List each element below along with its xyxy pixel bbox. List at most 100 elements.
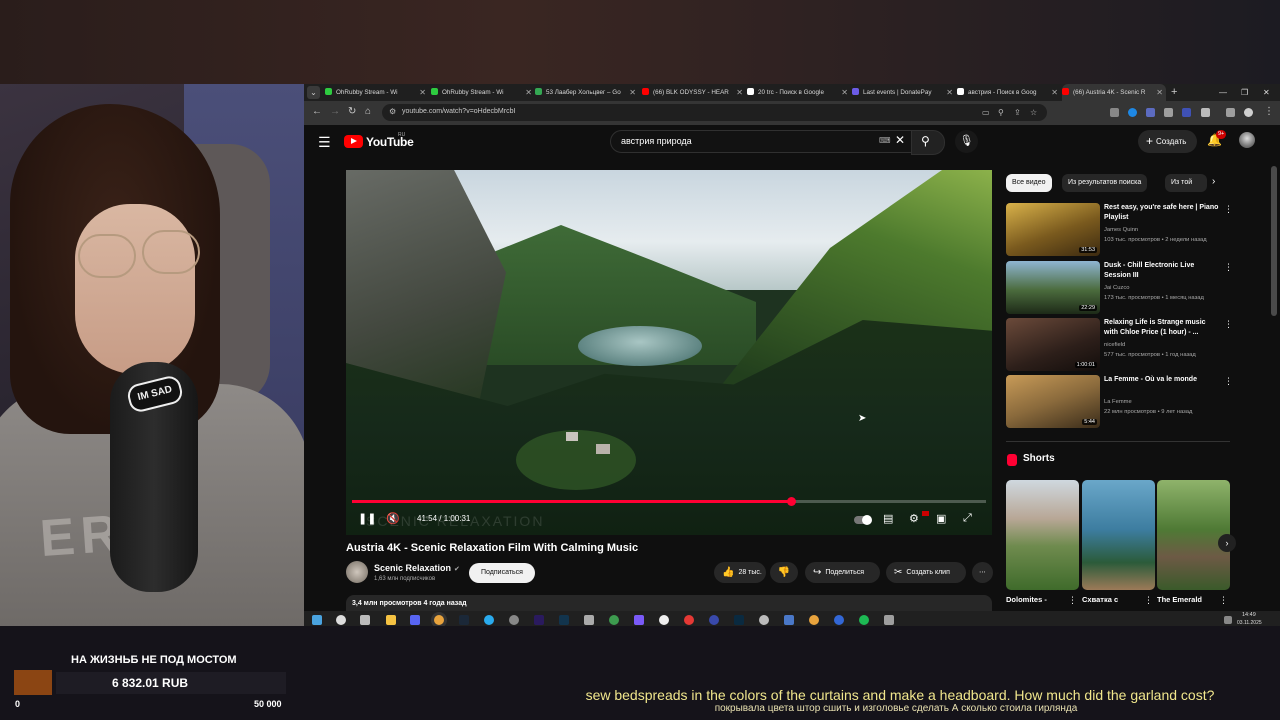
yandex-icon[interactable]: [684, 615, 694, 625]
app-grid-icon[interactable]: [884, 615, 894, 625]
progress-bar[interactable]: [352, 497, 986, 506]
site-info-icon[interactable]: ⚙: [389, 107, 396, 116]
app-icon[interactable]: [584, 615, 594, 625]
mute-icon[interactable]: 🔇: [386, 512, 400, 525]
browser-tab[interactable]: (66) Austria 4K - Scenic R ✕: [1062, 84, 1166, 101]
recommended-video[interactable]: 5:44 La Femme - Où va le monde La Femme 22 …: [1006, 375, 1236, 429]
recommended-channel[interactable]: La Femme: [1104, 399, 1132, 405]
video-player[interactable]: SCENIC RELAXATION ➤ ❚❚ 🔇 41:54 / 1:00:31…: [346, 170, 992, 535]
bookmark-star-icon[interactable]: ☆: [1030, 108, 1037, 117]
premiere-icon[interactable]: [534, 615, 544, 625]
stats-icon[interactable]: [784, 615, 794, 625]
more-options-icon[interactable]: ⋮: [1224, 319, 1233, 330]
forward-icon[interactable]: →: [330, 106, 340, 117]
task-view-icon[interactable]: [360, 615, 370, 625]
browser-menu-icon[interactable]: ⋮: [1264, 106, 1274, 117]
short-thumbnail[interactable]: [1006, 480, 1079, 590]
miniplayer-icon[interactable]: ▣: [936, 512, 946, 525]
keyboard-icon[interactable]: ⌨: [879, 136, 891, 145]
extensions-puzzle-icon[interactable]: [1201, 108, 1210, 117]
browser-tab[interactable]: (66) BLK ODYSSY - HEAR ✕: [642, 84, 746, 101]
restore-icon[interactable]: ❐: [1241, 84, 1248, 101]
browser-tab[interactable]: 20 trc - Поиск в Google ✕: [747, 84, 851, 101]
settings-gear-icon[interactable]: ⚙: [909, 512, 919, 525]
extension-translate-icon[interactable]: [1146, 108, 1155, 117]
more-options-icon[interactable]: ⋮: [1224, 376, 1233, 387]
taskbar-search-icon[interactable]: [336, 615, 346, 625]
app-purple-icon[interactable]: [634, 615, 644, 625]
extension-grey-icon[interactable]: [1164, 108, 1173, 117]
app-arrow-icon[interactable]: [834, 615, 844, 625]
close-window-icon[interactable]: ✕: [1263, 84, 1270, 101]
tab-close-icon[interactable]: ✕: [946, 84, 953, 101]
recommended-title[interactable]: Rest easy, you're safe here | Piano Play…: [1104, 203, 1220, 223]
tab-close-icon[interactable]: ✕: [1051, 84, 1058, 101]
recommended-video[interactable]: 31:53 Rest easy, you're safe here | Piano…: [1006, 203, 1236, 257]
recommended-title[interactable]: Relaxing Life is Strange music with Chlo…: [1104, 318, 1220, 338]
tray-icon[interactable]: [1224, 616, 1232, 624]
obs-icon[interactable]: [509, 615, 519, 625]
share-button[interactable]: ↪ Поделиться: [805, 562, 880, 583]
progress-scrubber[interactable]: [786, 497, 796, 506]
tab-close-icon[interactable]: ✕: [629, 84, 636, 101]
short-more-icon[interactable]: ⋮: [1219, 595, 1228, 606]
extension-blue-icon[interactable]: [1128, 108, 1137, 117]
chrome-2-icon[interactable]: [809, 615, 819, 625]
share-page-icon[interactable]: ⇪: [1014, 108, 1021, 117]
reload-icon[interactable]: ↻: [348, 106, 356, 117]
lightroom-icon[interactable]: [559, 615, 569, 625]
reading-list-icon[interactable]: [1226, 108, 1235, 117]
video-thumbnail[interactable]: 31:53: [1006, 203, 1100, 256]
short-title[interactable]: The Emerald: [1157, 595, 1202, 604]
steam-icon[interactable]: [459, 615, 469, 625]
youtube-logo-icon[interactable]: [344, 135, 363, 148]
menu-icon[interactable]: ☰: [318, 134, 331, 151]
browser-tab[interactable]: OhRubby Stream - Wi ✕: [325, 84, 429, 101]
tab-close-icon[interactable]: ✕: [1156, 84, 1163, 101]
account-avatar[interactable]: [1239, 132, 1255, 148]
recommended-video[interactable]: 1:00:01 Relaxing Life is Strange music wi…: [1006, 318, 1236, 372]
dislike-button[interactable]: 👎: [770, 562, 798, 583]
recommended-video[interactable]: 22:29 Dusk - Chill Electronic Live Sessio…: [1006, 261, 1236, 315]
spotify-icon[interactable]: [859, 615, 869, 625]
clip-button[interactable]: ✂ Создать клип: [886, 562, 966, 583]
install-app-icon[interactable]: ▭: [982, 108, 990, 117]
channel-name-text[interactable]: Scenic Relaxation: [374, 563, 451, 573]
browser-tab[interactable]: OhRubby Stream - Wi ✕: [431, 84, 535, 101]
more-options-icon[interactable]: ⋮: [1224, 204, 1233, 215]
recommended-channel[interactable]: Jai Cuzco: [1104, 285, 1129, 291]
video-thumbnail[interactable]: 22:29: [1006, 261, 1100, 314]
start-icon[interactable]: [312, 615, 322, 625]
minimize-icon[interactable]: —: [1219, 84, 1227, 101]
subscribe-button[interactable]: Подписаться: [469, 563, 535, 583]
short-title[interactable]: Схватка с: [1082, 595, 1118, 604]
search-query[interactable]: австрия природа: [621, 136, 692, 146]
chip-from-search[interactable]: Из результатов поиска: [1062, 174, 1148, 192]
tab-close-icon[interactable]: ✕: [525, 84, 532, 101]
back-icon[interactable]: ←: [312, 106, 322, 117]
autoplay-toggle[interactable]: [854, 515, 872, 525]
page-scrollbar[interactable]: [1271, 166, 1277, 316]
subtitles-icon[interactable]: ▤: [883, 512, 893, 525]
search-input[interactable]: австрия природа ⌨ ✕: [610, 130, 912, 153]
address-bar[interactable]: ⚙ youtube.com/watch?v=oHdecbMrcbI ▭ ⚲ ⇪ …: [382, 104, 1047, 121]
tab-close-icon[interactable]: ✕: [736, 84, 743, 101]
more-options-icon[interactable]: ⋮: [1224, 262, 1233, 273]
recommended-title[interactable]: La Femme - Où va le monde: [1104, 375, 1220, 385]
short-thumbnail[interactable]: [1157, 480, 1230, 590]
short-more-icon[interactable]: ⋮: [1144, 595, 1153, 606]
chips-next-icon[interactable]: ›: [1212, 176, 1215, 187]
explorer-icon[interactable]: [386, 615, 396, 625]
short-more-icon[interactable]: ⋮: [1068, 595, 1077, 606]
extension-link-icon[interactable]: [1110, 108, 1119, 117]
browser-tab[interactable]: 53 Лаабер Хольцвег – Go ✕: [535, 84, 639, 101]
youtube-wordmark[interactable]: YouTube: [366, 135, 414, 149]
app-c-icon[interactable]: [759, 615, 769, 625]
app-blue-icon[interactable]: [709, 615, 719, 625]
recommended-channel[interactable]: James Quinn: [1104, 227, 1138, 233]
chip-from-channel[interactable]: Из той: [1165, 174, 1207, 192]
tab-search-icon[interactable]: ⌄: [307, 86, 320, 99]
short-thumbnail[interactable]: [1082, 480, 1155, 590]
pause-icon[interactable]: ❚❚: [358, 512, 376, 525]
search-button[interactable]: ⚲: [911, 130, 945, 155]
